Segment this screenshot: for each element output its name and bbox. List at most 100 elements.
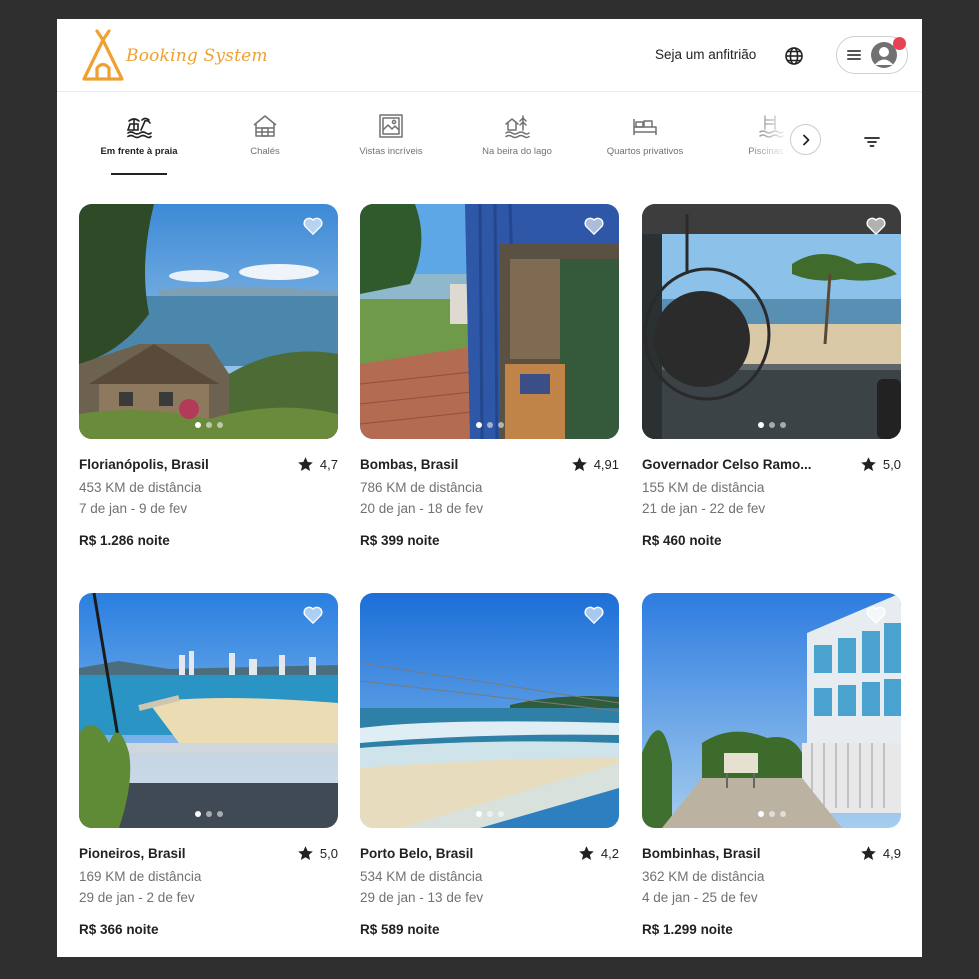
brand-name: Booking System — [126, 46, 268, 66]
listing-rating: 5,0 — [860, 456, 901, 473]
listing-photo[interactable] — [642, 204, 901, 439]
listing-card[interactable]: Florianópolis, Brasil 4,7 453 KM de dist… — [79, 204, 338, 548]
rating-value: 5,0 — [319, 846, 338, 861]
listing-dates: 29 de jan - 13 de fev — [360, 890, 484, 905]
star-icon — [298, 457, 313, 471]
listing-dates: 4 de jan - 25 de fev — [642, 890, 758, 905]
category-lakefront[interactable]: Na beira do lago — [462, 112, 572, 157]
hamburger-menu-icon — [847, 50, 861, 60]
listing-price: R$ 460 noite — [642, 533, 901, 548]
categories-next-button[interactable] — [790, 124, 821, 155]
listing-location: Bombas, Brasil — [360, 457, 459, 472]
rating-value: 5,0 — [882, 457, 901, 472]
listing-distance: 362 KM de distância — [642, 869, 765, 884]
private-room-icon — [633, 119, 657, 135]
category-cabins[interactable]: Chalés — [210, 112, 320, 157]
lakefront-icon — [505, 115, 530, 139]
listing-photo[interactable] — [79, 593, 338, 828]
star-icon — [571, 457, 587, 471]
listing-photo[interactable] — [360, 593, 619, 828]
rating-value: 4,91 — [593, 457, 619, 472]
listing-price: R$ 589 noite — [360, 922, 619, 937]
cabin-icon — [253, 115, 277, 137]
listing-distance: 786 KM de distância — [360, 480, 483, 495]
photo-carousel-dots — [79, 811, 338, 817]
listing-price: R$ 1.299 noite — [642, 922, 901, 937]
listing-card[interactable]: Governador Celso Ramo... 5,0 155 KM de d… — [642, 204, 901, 548]
rating-value: 4,9 — [882, 846, 901, 861]
logo[interactable]: Booking System — [80, 28, 268, 84]
category-amazing-views[interactable]: Vistas incríveis — [336, 112, 446, 157]
star-icon — [579, 846, 594, 860]
price-value: R$ 399 — [360, 533, 404, 548]
category-label: Vistas incríveis — [359, 146, 423, 157]
listing-location: Bombinhas, Brasil — [642, 846, 761, 861]
become-host-link[interactable]: Seja um anfitrião — [655, 47, 756, 62]
category-beachfront[interactable]: Em frente à praia — [84, 112, 194, 175]
star-icon — [861, 846, 876, 860]
photo-carousel-dots — [642, 422, 901, 428]
listing-location: Pioneiros, Brasil — [79, 846, 186, 861]
listing-card[interactable]: Bombinhas, Brasil 4,9 362 KM de distânci… — [642, 593, 901, 937]
listing-rating: 4,7 — [297, 456, 338, 473]
photo-carousel-dots — [642, 811, 901, 817]
price-unit: noite — [700, 922, 733, 937]
photo-carousel-dots — [79, 422, 338, 428]
category-label: Em frente à praia — [100, 146, 178, 157]
listing-photo[interactable] — [360, 204, 619, 439]
listing-card[interactable]: Bombas, Brasil 4,91 786 KM de distância … — [360, 204, 619, 548]
listing-rating: 4,2 — [578, 845, 619, 862]
photo-carousel-dots — [360, 811, 619, 817]
listing-photo[interactable] — [642, 593, 901, 828]
listing-card[interactable]: Pioneiros, Brasil 5,0 169 KM de distânci… — [79, 593, 338, 937]
heart-icon[interactable] — [583, 216, 605, 236]
listing-price: R$ 366 noite — [79, 922, 338, 937]
category-private-rooms[interactable]: Quartos privativos — [590, 112, 700, 157]
heart-icon[interactable] — [865, 605, 887, 625]
photo-carousel-dots — [360, 422, 619, 428]
listing-photo[interactable] — [79, 204, 338, 439]
heart-icon[interactable] — [302, 605, 324, 625]
listing-price: R$ 1.286 noite — [79, 533, 338, 548]
price-value: R$ 589 — [360, 922, 404, 937]
heart-icon[interactable] — [302, 216, 324, 236]
rating-value: 4,2 — [600, 846, 619, 861]
rating-value: 4,7 — [319, 457, 338, 472]
notification-dot — [893, 37, 906, 50]
listing-dates: 20 de jan - 18 de fev — [360, 501, 484, 516]
heart-icon[interactable] — [865, 216, 887, 236]
chevron-right-icon — [802, 134, 809, 145]
category-label: Quartos privativos — [606, 146, 684, 157]
listing-rating: 5,0 — [297, 845, 338, 862]
price-value: R$ 460 — [642, 533, 686, 548]
category-label: Na beira do lago — [482, 146, 552, 157]
price-unit: noite — [407, 922, 440, 937]
page: Booking System Seja um anfitrião Em fren… — [57, 19, 922, 957]
listing-rating: 4,91 — [571, 456, 619, 473]
filter-icon[interactable] — [863, 135, 881, 149]
price-unit: noite — [126, 922, 159, 937]
listing-rating: 4,9 — [860, 845, 901, 862]
listing-price: R$ 399 noite — [360, 533, 619, 548]
amazing-views-icon — [379, 114, 403, 138]
price-unit: noite — [689, 533, 722, 548]
beachfront-icon — [126, 117, 152, 139]
listing-card[interactable]: Porto Belo, Brasil 4,2 534 KM de distânc… — [360, 593, 619, 937]
listing-distance: 155 KM de distância — [642, 480, 765, 495]
listing-location: Porto Belo, Brasil — [360, 846, 474, 861]
listing-distance: 534 KM de distância — [360, 869, 483, 884]
listing-location: Governador Celso Ramo... — [642, 457, 812, 472]
listing-dates: 21 de jan - 22 de fev — [642, 501, 766, 516]
header: Booking System Seja um anfitrião — [57, 19, 922, 92]
globe-icon[interactable] — [784, 46, 804, 66]
user-menu-button[interactable] — [836, 36, 908, 74]
listing-distance: 453 KM de distância — [79, 480, 202, 495]
star-icon — [861, 457, 876, 471]
price-unit: noite — [137, 533, 170, 548]
price-value: R$ 1.286 — [79, 533, 134, 548]
listing-location: Florianópolis, Brasil — [79, 457, 209, 472]
heart-icon[interactable] — [583, 605, 605, 625]
listing-dates: 29 de jan - 2 de fev — [79, 890, 195, 905]
star-icon — [298, 846, 313, 860]
price-value: R$ 1.299 — [642, 922, 697, 937]
